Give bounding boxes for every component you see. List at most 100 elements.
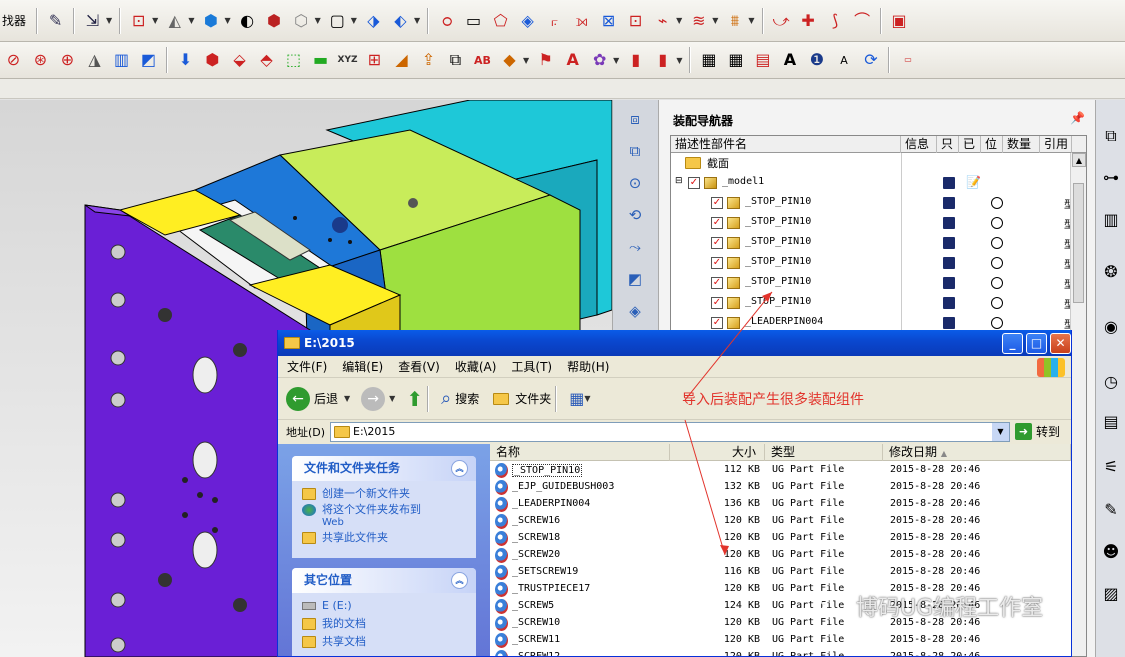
cube-view-icon[interactable]: ⬢ bbox=[199, 9, 222, 32]
tree-row-component[interactable]: ✓ _STOP_PIN10 型 bbox=[671, 273, 1074, 293]
minimize-button[interactable]: _ bbox=[1002, 333, 1023, 354]
column-header[interactable]: 描述性部件名 bbox=[671, 136, 901, 153]
mold-base-icon[interactable]: ⬢ bbox=[201, 49, 224, 72]
roles-tab-icon[interactable]: ✎ bbox=[1099, 498, 1123, 522]
chevron-down-icon[interactable]: ▼ bbox=[712, 16, 718, 25]
menu-file[interactable]: 文件(F) bbox=[287, 358, 327, 375]
address-input[interactable]: E:\2015 ▼ bbox=[330, 422, 1010, 442]
surface-tool-icon[interactable]: ⧈ bbox=[623, 110, 647, 132]
part-navigator-tab-icon[interactable]: ▥ bbox=[1099, 208, 1123, 232]
column-header[interactable]: 引用 bbox=[1040, 136, 1072, 153]
book-icon[interactable]: ▥ bbox=[110, 49, 133, 72]
file-row[interactable]: _EJP_GUIDEBUSH003 132 KB UG Part File 2015-… bbox=[490, 479, 1071, 496]
collapse-toggle-icon[interactable]: ⊟ bbox=[675, 176, 683, 186]
web-browser-tab-icon[interactable]: ❂ bbox=[1099, 260, 1123, 284]
tree-row-model[interactable]: ⊟ ✓ _model1 📝 bbox=[671, 173, 1071, 193]
visibility-checkbox[interactable]: ✓ bbox=[711, 317, 723, 329]
explorer-title-bar[interactable]: E:\2015 _ □ ✕ bbox=[278, 330, 1071, 356]
trim-curve-icon[interactable]: ⌁ bbox=[651, 9, 674, 32]
chevron-down-icon[interactable]: ▼ bbox=[523, 56, 529, 65]
solid-render-icon[interactable]: ⬢ bbox=[263, 9, 286, 32]
column-size[interactable]: 大小 bbox=[670, 444, 765, 461]
settings-panel-icon[interactable]: ▣ bbox=[888, 9, 911, 32]
collapse-chevron-icon[interactable]: ︽ bbox=[451, 572, 468, 589]
menu-tools[interactable]: 工具(T) bbox=[511, 358, 552, 375]
annotation-icon[interactable]: A bbox=[561, 49, 584, 72]
file-row[interactable]: _STOP_PIN10 112 KB UG Part File 2015-8-28 2… bbox=[490, 462, 1071, 479]
tree-row-component[interactable]: ✓ _STOP_PIN10 型 bbox=[671, 193, 1074, 213]
copy-part-icon[interactable]: ⧉ bbox=[444, 49, 467, 72]
file-row[interactable]: _LEADERPIN004 136 KB UG Part File 2015-8-28… bbox=[490, 496, 1071, 513]
text-annotation-icon[interactable]: A bbox=[778, 49, 801, 72]
datum-plane-icon[interactable]: ⊘ bbox=[2, 49, 25, 72]
ejector-pin-icon[interactable]: ⬘ bbox=[255, 49, 278, 72]
chevron-down-icon[interactable]: ▼ bbox=[188, 16, 194, 25]
chevron-down-icon[interactable]: ▼ bbox=[224, 16, 230, 25]
file-row[interactable]: _SCREW16 120 KB UG Part File 2015-8-28 20:4… bbox=[490, 513, 1071, 530]
chevron-down-icon[interactable]: ▼ bbox=[676, 16, 682, 25]
chevron-down-icon[interactable]: ▼ bbox=[414, 16, 420, 25]
place-drive-e[interactable]: E (E:) bbox=[292, 597, 476, 615]
name-tag-icon[interactable]: ▭ bbox=[896, 49, 919, 72]
scroll-thumb[interactable] bbox=[1073, 183, 1084, 303]
view-direction-icon[interactable]: ⬖ bbox=[389, 9, 412, 32]
chevron-down-icon[interactable]: ▼ bbox=[152, 16, 158, 25]
standard-part-icon[interactable]: ⬙ bbox=[228, 49, 251, 72]
layer-icon[interactable]: ⩩ bbox=[723, 9, 746, 32]
pocket-icon[interactable]: ◆ bbox=[498, 49, 521, 72]
polygon-icon[interactable]: ⬠ bbox=[489, 9, 512, 32]
refresh-icon[interactable]: ⟳ bbox=[859, 49, 882, 72]
column-name[interactable]: 名称 bbox=[490, 444, 670, 461]
task-publish-web-suffix[interactable]: Web bbox=[292, 517, 476, 529]
import-part-icon[interactable]: ⇪ bbox=[417, 49, 440, 72]
mold-analysis-icon[interactable]: ✿ bbox=[588, 49, 611, 72]
hole-icon[interactable]: ⊛ bbox=[29, 49, 52, 72]
text-note-icon[interactable]: AB bbox=[471, 49, 494, 72]
column-header[interactable]: 信息 bbox=[901, 136, 937, 153]
pen-tool-icon[interactable]: ✎ bbox=[44, 9, 67, 32]
collapse-chevron-icon[interactable]: ︽ bbox=[451, 460, 468, 477]
visualization-tab-icon[interactable]: ⚟ bbox=[1099, 455, 1123, 479]
chevron-down-icon[interactable]: ▼ bbox=[676, 56, 682, 65]
offset-curve-icon[interactable]: ⟕ bbox=[570, 9, 593, 32]
column-date[interactable]: 修改日期 ▲ bbox=[883, 444, 1071, 461]
clock-tab-icon[interactable]: ◷ bbox=[1099, 370, 1123, 394]
chevron-down-icon[interactable]: ▼ bbox=[613, 56, 619, 65]
arc-icon[interactable]: ⌒ bbox=[851, 9, 874, 32]
history-tab-icon[interactable]: ◉ bbox=[1099, 315, 1123, 339]
file-row[interactable]: _SCREW12 120 KB UG Part File 2015-8-28 20:4… bbox=[490, 649, 1071, 656]
cooling-icon[interactable]: ⊞ bbox=[363, 49, 386, 72]
column-header[interactable]: 已 bbox=[959, 136, 981, 153]
vertical-scrollbar[interactable]: ▲ bbox=[1070, 153, 1086, 656]
mesh-tool-icon[interactable]: ⧉ bbox=[623, 142, 647, 164]
views-button[interactable]: ▦ ▼ bbox=[569, 389, 593, 408]
xyz-icon[interactable]: XYZ bbox=[336, 49, 359, 72]
chevron-down-icon[interactable]: ▼ bbox=[106, 16, 112, 25]
reuse-library-tab-icon[interactable]: ▤ bbox=[1099, 410, 1123, 434]
balloon-icon[interactable]: ❶ bbox=[805, 49, 828, 72]
mirror-curve-icon[interactable]: ⟔ bbox=[543, 9, 566, 32]
file-row[interactable]: _SCREW11 120 KB UG Part File 2015-8-28 20:4… bbox=[490, 632, 1071, 649]
wireframe-render-icon[interactable]: ⬡ bbox=[290, 9, 313, 32]
project-curve-icon[interactable]: ⊠ bbox=[597, 9, 620, 32]
place-my-documents[interactable]: 我的文档 bbox=[292, 615, 476, 633]
file-row[interactable]: _SCREW20 120 KB UG Part File 2015-8-28 20:4… bbox=[490, 547, 1071, 564]
bar-chart-2-icon[interactable]: ▮ bbox=[651, 49, 674, 72]
visibility-checkbox[interactable]: ✓ bbox=[711, 237, 723, 249]
visibility-checkbox[interactable]: ✓ bbox=[711, 217, 723, 229]
surface-icon[interactable]: ≋ bbox=[687, 9, 710, 32]
chevron-down-icon[interactable]: ▼ bbox=[992, 423, 1009, 441]
bar-chart-icon[interactable]: ▮ bbox=[624, 49, 647, 72]
visibility-checkbox[interactable]: ✓ bbox=[711, 297, 723, 309]
tree-row-section[interactable]: 截面 bbox=[671, 153, 1071, 173]
place-shared-documents[interactable]: 共享文档 bbox=[292, 633, 476, 651]
up-folder-button[interactable]: ⬆ bbox=[406, 387, 423, 411]
constraint-navigator-tab-icon[interactable]: ⊶ bbox=[1099, 166, 1123, 190]
column-header[interactable]: 只 bbox=[937, 136, 959, 153]
bill-of-materials-icon[interactable]: ⚑ bbox=[534, 49, 557, 72]
task-new-folder[interactable]: 创建一个新文件夹 bbox=[292, 485, 476, 503]
sheet-icon[interactable]: ◩ bbox=[137, 49, 160, 72]
task-share-folder[interactable]: 共享此文件夹 bbox=[292, 529, 476, 547]
task-publish-web[interactable]: 将这个文件夹发布到 bbox=[292, 503, 476, 517]
folders-button[interactable]: 文件夹 bbox=[493, 390, 551, 407]
